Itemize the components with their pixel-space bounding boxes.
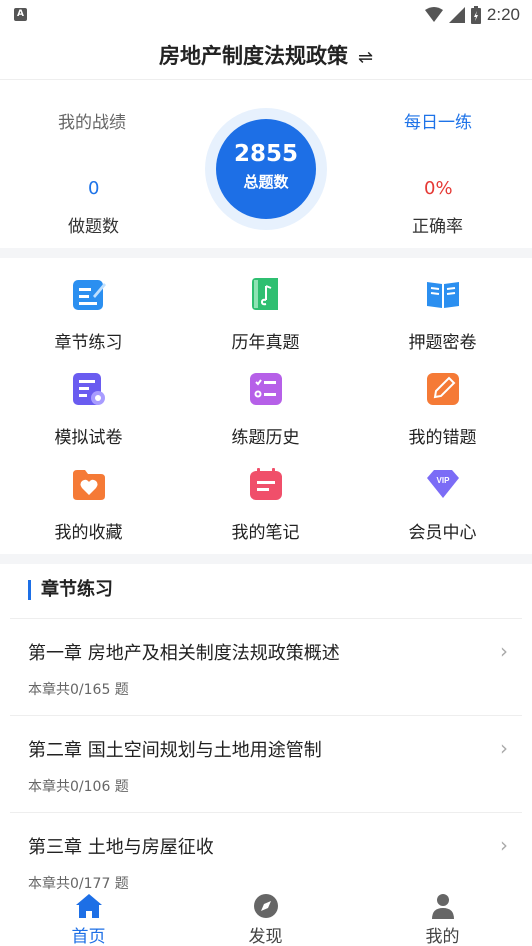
notes-icon <box>250 468 282 500</box>
chapter-title: 第三章 土地与房屋征收 <box>28 837 214 858</box>
chapter-row[interactable]: 第一章 房地产及相关制度法规政策概述 本章共0/165 题 › <box>10 619 522 716</box>
page-title: 房地产制度法规政策 <box>158 44 348 68</box>
grid-item-my-notes[interactable]: 我的笔记 <box>177 448 354 543</box>
chapter-progress: 本章共0/106 题 <box>28 779 129 795</box>
grid-item-mock-exam[interactable]: 模拟试卷 <box>0 353 177 448</box>
grid-item-label: 押题密卷 <box>408 333 477 353</box>
tab-label: 发现 <box>248 927 283 946</box>
grid-item-practice-history[interactable]: 练题历史 <box>177 353 354 448</box>
user-icon <box>432 894 454 919</box>
svg-text:VIP: VIP <box>437 476 451 485</box>
bottom-nav: 首页 发现 我的 <box>0 890 532 946</box>
home-icon <box>76 894 102 918</box>
subject-switcher[interactable]: 房地产制度法规政策 ⇌ <box>0 40 532 70</box>
daily-practice-link[interactable]: 每日一练 <box>404 108 472 133</box>
chevron-right-icon: › <box>500 736 508 760</box>
chapter-row[interactable]: 第二章 国土空间规划与土地用途管制 本章共0/106 题 › <box>10 716 522 813</box>
pencil-icon <box>427 373 459 405</box>
grid-item-chapter-practice[interactable]: 章节练习 <box>0 258 177 353</box>
status-bar: A 2:20 <box>0 0 532 30</box>
tab-mine[interactable]: 我的 <box>354 890 531 946</box>
grid-item-my-mistakes[interactable]: 我的错题 <box>354 353 531 448</box>
grid-item-predicted-papers[interactable]: 押题密卷 <box>354 258 531 353</box>
grid-item-label: 我的笔记 <box>231 523 300 543</box>
document-gear-icon <box>73 373 105 405</box>
grid-item-label: 历年真题 <box>231 333 300 353</box>
chapter-progress: 本章共0/165 题 <box>28 682 129 698</box>
grid-item-label: 练题历史 <box>231 428 300 448</box>
total-questions-circle: 2855 总题数 <box>216 119 316 219</box>
grid-item-favorites[interactable]: 我的收藏 <box>0 448 177 543</box>
accuracy-value: 0% <box>424 178 453 199</box>
status-icons: 2:20 <box>424 4 520 26</box>
grid-item-label: 我的错题 <box>408 428 477 448</box>
grid-item-past-exams[interactable]: 历年真题 <box>177 258 354 353</box>
chapter-practice-section: 章节练习 第一章 房地产及相关制度法规政策概述 本章共0/165 题 › 第二章… <box>0 564 532 894</box>
checklist-icon <box>250 373 282 405</box>
notification-badge-icon: A <box>14 8 27 21</box>
section-title: 章节练习 <box>28 580 113 600</box>
grid-item-vip-center[interactable]: VIP 会员中心 <box>354 448 531 543</box>
stats-panel: 我的战绩 每日一练 2855 总题数 0 做题数 0% 正确率 <box>0 80 532 248</box>
app-header: 房地产制度法规政策 ⇌ <box>0 30 532 80</box>
feature-grid: 章节练习 历年真题 押题密卷 模拟试卷 练题历史 我的错题 我的收藏 我的笔记 … <box>0 258 532 554</box>
swap-icon[interactable]: ⇌ <box>358 47 373 68</box>
done-label: 做题数 <box>68 217 119 237</box>
tab-label: 首页 <box>71 927 106 946</box>
chevron-right-icon: › <box>500 833 508 857</box>
clock: 2:20 <box>486 5 520 24</box>
signal-icon <box>448 7 465 23</box>
divider <box>0 248 532 258</box>
wifi-icon <box>424 7 443 22</box>
tab-label: 我的 <box>425 927 460 946</box>
tab-discover[interactable]: 发现 <box>177 890 354 946</box>
battery-icon <box>470 6 481 24</box>
done-count: 0 <box>88 178 100 199</box>
chevron-right-icon: › <box>500 639 508 663</box>
chapter-title: 第一章 房地产及相关制度法规政策概述 <box>28 643 340 664</box>
book-note-icon <box>252 278 278 310</box>
accuracy-label: 正确率 <box>412 217 463 237</box>
edit-icon <box>73 280 106 310</box>
tab-home[interactable]: 首页 <box>0 890 177 946</box>
grid-item-label: 我的收藏 <box>54 523 123 543</box>
vip-diamond-icon: VIP <box>427 470 459 498</box>
grid-item-label: 章节练习 <box>54 333 123 353</box>
total-count: 2855 <box>233 141 298 167</box>
total-label: 总题数 <box>243 173 289 191</box>
my-record-label: 我的战绩 <box>58 113 126 133</box>
heart-folder-icon <box>73 470 105 500</box>
divider <box>0 554 532 564</box>
open-book-icon <box>427 282 459 308</box>
chapter-title: 第二章 国土空间规划与土地用途管制 <box>28 740 322 761</box>
compass-icon <box>254 894 278 918</box>
grid-item-label: 会员中心 <box>408 523 477 543</box>
grid-item-label: 模拟试卷 <box>54 428 123 448</box>
